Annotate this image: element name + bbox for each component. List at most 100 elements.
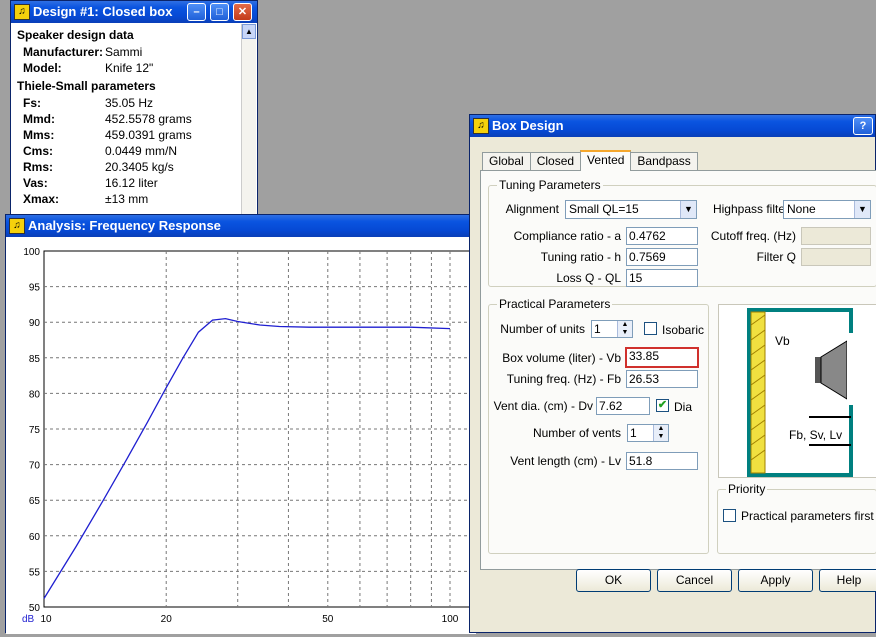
data-row-label: Fs: xyxy=(23,96,41,110)
alignment-select[interactable]: Small QL=15 ▼ xyxy=(565,200,697,219)
lossq-field[interactable]: 15 xyxy=(626,269,698,287)
compliance-field[interactable]: 0.4762 xyxy=(626,227,698,245)
tab-bandpass[interactable]: Bandpass xyxy=(630,152,698,170)
spin-arrows-icon[interactable]: ▲ ▼ xyxy=(617,321,632,337)
design-window-title: Design #1: Closed box xyxy=(33,4,173,19)
tuning-ratio-field[interactable]: 0.7569 xyxy=(626,248,698,266)
y-tick-label: 60 xyxy=(29,532,41,543)
data-row: Xmax: ±13 mm xyxy=(15,191,241,207)
isobaric-label: Isobaric xyxy=(662,323,705,337)
filterq-field xyxy=(801,248,871,266)
cutoff-label: Cutoff freq. (Hz) xyxy=(710,229,796,243)
vented-box-drawing: Vb Fb, Sv, Lv xyxy=(747,308,853,477)
alignment-label: Alignment xyxy=(505,202,559,216)
design-window: ♫ Design #1: Closed box – □ ✕ Speaker de… xyxy=(10,0,258,215)
practical-first-checkbox[interactable] xyxy=(723,509,736,522)
data-row-label: Xmax: xyxy=(23,192,60,206)
dia-checkbox[interactable]: ✔ xyxy=(656,399,669,412)
priority-title: Priority xyxy=(726,482,768,496)
vent-dia-field[interactable]: 7.62 xyxy=(596,397,650,415)
highpass-label: Highpass filter xyxy=(712,202,789,216)
port-diagram-label: Fb, Sv, Lv xyxy=(789,428,842,442)
y-tick-label: 90 xyxy=(29,318,41,329)
units-value: 1 xyxy=(594,322,601,336)
tuning-ratio-label: Tuning ratio - h xyxy=(540,250,621,264)
apply-button[interactable]: Apply xyxy=(738,569,813,592)
scroll-up-arrow-icon[interactable]: ▲ xyxy=(242,24,256,39)
data-row: Rms: 20.3405 kg/s xyxy=(15,159,241,175)
x-tick-label: 50 xyxy=(322,614,334,625)
app-icon: ♫ xyxy=(14,4,30,20)
y-tick-label: 80 xyxy=(29,389,41,400)
y-tick-label: 50 xyxy=(29,603,41,614)
tab-global[interactable]: Global xyxy=(482,152,531,170)
help-title-button[interactable]: ? xyxy=(853,117,873,135)
chevron-down-icon[interactable]: ▼ xyxy=(680,201,696,218)
app-icon: ♫ xyxy=(9,218,25,234)
data-row-value: 16.12 liter xyxy=(105,176,158,190)
box-volume-field[interactable]: 33.85 xyxy=(625,347,699,368)
tab-vented[interactable]: Vented xyxy=(580,150,632,171)
tab-closed[interactable]: Closed xyxy=(529,152,582,170)
compliance-label: Compliance ratio - a xyxy=(513,229,621,243)
x-tick-label: 100 xyxy=(442,614,459,625)
tuning-freq-label: Tuning freq. (Hz) - Fb xyxy=(506,372,621,386)
speaker-cone-icon xyxy=(820,340,848,400)
maximize-button[interactable]: □ xyxy=(210,3,229,21)
vents-label: Number of vents xyxy=(532,426,621,440)
data-row-value: ±13 mm xyxy=(105,192,149,206)
data-row-value: 459.0391 grams xyxy=(105,128,192,142)
vb-diagram-label: Vb xyxy=(775,334,790,348)
data-row-label: Mms: xyxy=(23,128,55,142)
lossq-label: Loss Q - QL xyxy=(556,271,621,285)
help-button[interactable]: Help xyxy=(819,569,876,592)
units-stepper[interactable]: 1 ▲ ▼ xyxy=(591,320,633,338)
app-icon: ♫ xyxy=(473,118,489,134)
data-row-label: Vas: xyxy=(23,176,48,190)
box-dialog-title: Box Design xyxy=(492,118,564,133)
vertical-scrollbar[interactable]: ▲ xyxy=(241,24,256,214)
isobaric-checkbox[interactable] xyxy=(644,322,657,335)
speaker-section-heading: Speaker design data xyxy=(17,28,134,42)
data-row-value: 0.0449 mm/N xyxy=(105,144,178,158)
y-tick-label: 85 xyxy=(29,354,41,365)
design-window-titlebar[interactable]: ♫ Design #1: Closed box – □ ✕ xyxy=(11,1,257,23)
data-row-value: 452.5578 grams xyxy=(105,112,192,126)
y-tick-label: 55 xyxy=(29,567,41,578)
vents-stepper[interactable]: 1 ▲ ▼ xyxy=(627,424,669,442)
box-design-dialog: ♫ Box Design ? Global Closed Vented Band… xyxy=(469,114,876,633)
box-dialog-titlebar[interactable]: ♫ Box Design ? xyxy=(470,115,875,137)
data-row-label: Manufacturer: xyxy=(23,45,104,59)
highpass-select[interactable]: None ▼ xyxy=(783,200,871,219)
tuning-freq-field[interactable]: 26.53 xyxy=(626,370,698,388)
cutoff-field xyxy=(801,227,871,245)
y-tick-label: 100 xyxy=(23,247,40,258)
close-button[interactable]: ✕ xyxy=(233,3,252,21)
y-tick-label: 70 xyxy=(29,461,41,472)
vented-tab-panel: Tuning Parameters Alignment Small QL=15 … xyxy=(480,170,876,570)
data-row-label: Mmd: xyxy=(23,112,55,126)
data-row-value: Knife 12" xyxy=(105,61,154,75)
data-row: Manufacturer: Sammi xyxy=(15,44,241,60)
data-row: Mms: 459.0391 grams xyxy=(15,127,241,143)
y-tick-label: 65 xyxy=(29,496,41,507)
analysis-window-titlebar[interactable]: ♫ Analysis: Frequency Response xyxy=(6,215,474,237)
chevron-down-icon[interactable]: ▼ xyxy=(854,201,870,218)
box-diagram: Vb Fb, Sv, Lv xyxy=(718,304,876,478)
y-tick-label: 95 xyxy=(29,283,41,294)
vent-length-field[interactable]: 51.8 xyxy=(626,452,698,470)
data-row-value: Sammi xyxy=(105,45,143,59)
analysis-window: ♫ Analysis: Frequency Response 50 55 60 65 7… xyxy=(5,214,477,634)
frequency-response-chart[interactable]: 50 55 60 65 70 75 80 85 90 95 100 10 20 50 100 dB xyxy=(6,237,477,634)
minimize-button[interactable]: – xyxy=(187,3,206,21)
spin-arrows-icon[interactable]: ▲ ▼ xyxy=(653,425,668,441)
practical-parameters-title: Practical Parameters xyxy=(497,297,613,311)
units-label: Number of units xyxy=(500,322,585,336)
speaker-magnet-icon xyxy=(815,357,821,383)
data-row-label: Model: xyxy=(23,61,62,75)
data-row-value: 20.3405 kg/s xyxy=(105,160,174,174)
ok-button[interactable]: OK xyxy=(576,569,651,592)
chart-svg: 50 55 60 65 70 75 80 85 90 95 100 10 20 50 100 dB xyxy=(22,247,477,625)
cancel-button[interactable]: Cancel xyxy=(657,569,732,592)
box-volume-label: Box volume (liter) - Vb xyxy=(502,351,621,365)
